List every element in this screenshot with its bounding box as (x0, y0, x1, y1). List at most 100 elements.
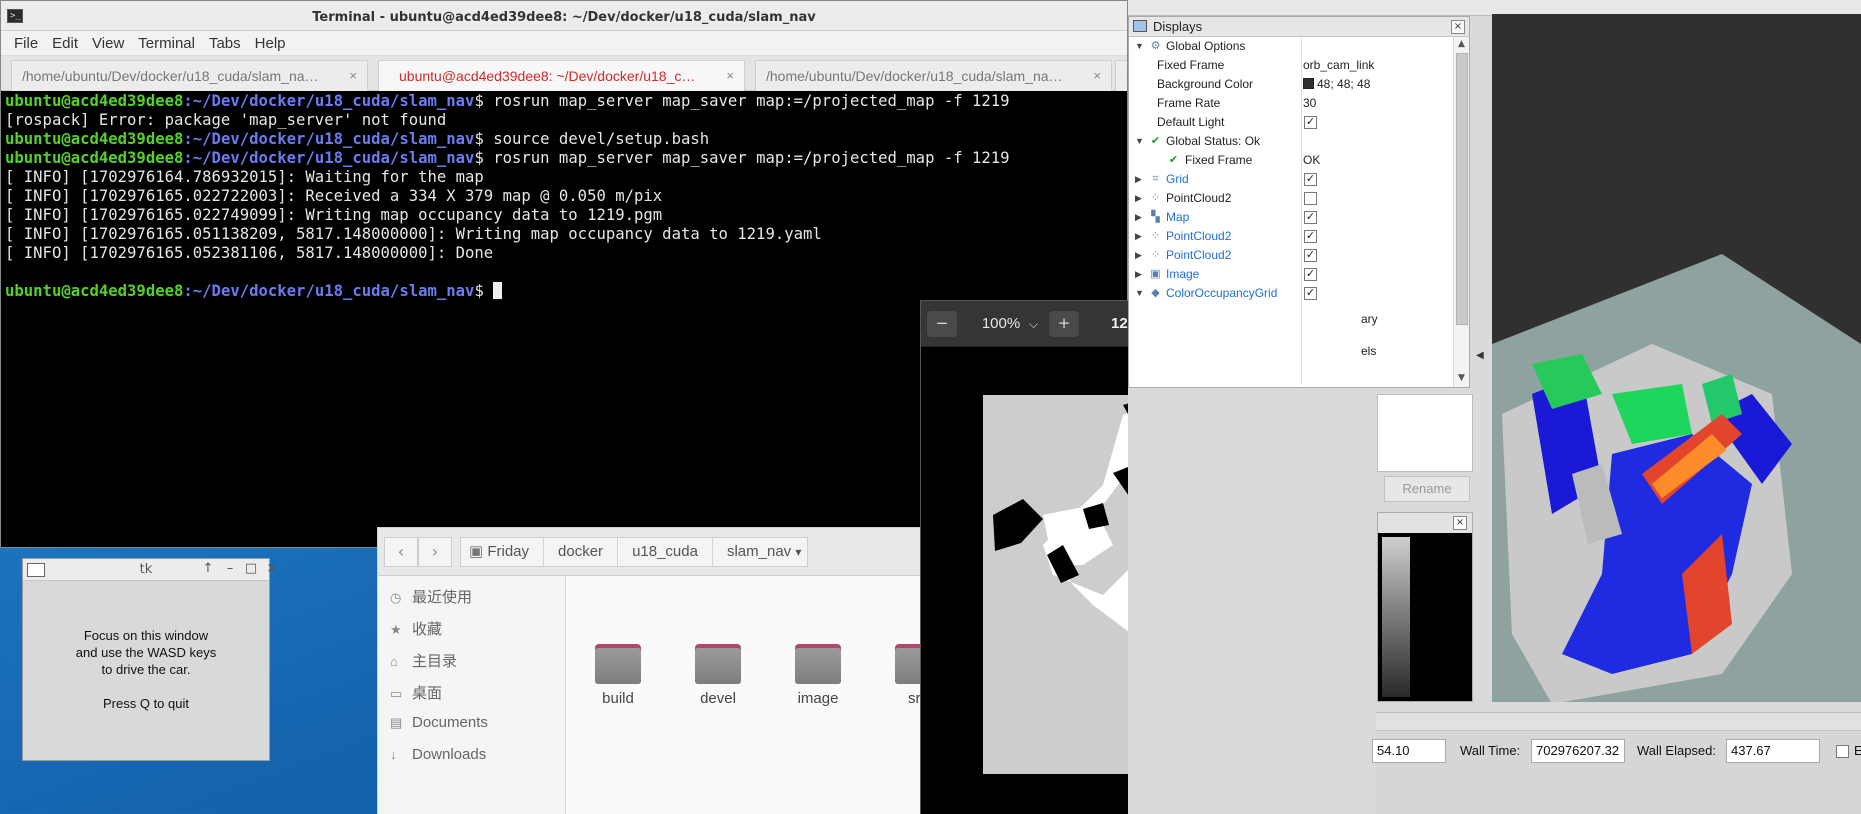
zoom-out-button[interactable]: − (927, 311, 957, 337)
keep-above-icon[interactable]: ↑ (199, 561, 217, 576)
minimize-icon[interactable]: – (221, 561, 239, 576)
close-icon[interactable]: × (1453, 516, 1467, 530)
folder-item[interactable]: devel (678, 644, 758, 707)
scrollbar[interactable]: ▲ ▼ (1453, 37, 1469, 387)
check-icon: ✔ (1150, 135, 1161, 147)
close-icon[interactable]: × (1451, 20, 1465, 34)
sidebar-item[interactable]: ⌂ 主目录 (390, 650, 457, 671)
collapsed-arrow-icon[interactable]: ▶ (1135, 246, 1142, 265)
display-tree-row[interactable]: ▼ ⚙ Global Options (1129, 37, 1453, 56)
property-value[interactable]: 30 (1303, 94, 1316, 113)
breadcrumb-item-current[interactable]: slam_nav ▾ (713, 538, 807, 566)
rename-button[interactable]: Rename (1384, 476, 1470, 502)
display-tree-row[interactable]: ▶ ⁘ PointCloud2 (1129, 189, 1453, 208)
close-icon[interactable]: × (263, 561, 281, 576)
close-icon[interactable]: × (726, 61, 734, 91)
property-value-text: orb_cam_link (1303, 58, 1375, 72)
breadcrumb-item[interactable]: u18_cuda (618, 538, 713, 566)
terminal-command-line: ubuntu@acd4ed39dee8:~/Dev/docker/u18_cud… (5, 282, 1123, 301)
folder-item[interactable]: build (578, 644, 658, 707)
folder-item[interactable]: image (778, 644, 858, 707)
file-manager-header: ‹ › ▣ Friday docker u18_cuda slam_nav ▾ (378, 528, 936, 576)
expanded-arrow-icon[interactable]: ▼ (1135, 37, 1144, 56)
sidebar-item[interactable]: ◷ 最近使用 (390, 586, 472, 607)
property-value[interactable]: OK (1303, 151, 1320, 170)
menu-view[interactable]: View (85, 31, 131, 55)
sidebar-item-label: Downloads (412, 746, 487, 763)
breadcrumb-item[interactable]: docker (544, 538, 619, 566)
sidebar-item[interactable]: ▤ Documents (390, 714, 488, 731)
property-value[interactable]: orb_cam_link (1303, 56, 1374, 75)
image-panel-header[interactable]: × (1378, 513, 1472, 533)
display-tree-row[interactable]: Fixed Frame orb_cam_link (1129, 56, 1453, 75)
wall-elapsed-field[interactable]: 437.67 (1726, 739, 1820, 763)
display-tree-row[interactable]: ▶ ⁘ PointCloud2 ✓ (1129, 246, 1453, 265)
collapsed-arrow-icon[interactable]: ▶ (1135, 227, 1142, 246)
display-enabled-checkbox[interactable]: ✓ (1304, 268, 1317, 281)
display-tree-row[interactable]: ▶ ▚ Map ✓ (1129, 208, 1453, 227)
line-text: [rospack] Error: package 'map_server' no… (5, 111, 447, 129)
scroll-up-icon[interactable]: ▲ (1458, 39, 1465, 49)
display-enabled-checkbox[interactable]: ✓ (1304, 249, 1317, 262)
back-button[interactable]: ‹ (384, 537, 418, 567)
menu-tabs[interactable]: Tabs (202, 31, 248, 55)
tk-titlebar[interactable]: tk ↑ – □ × (23, 559, 277, 581)
display-enabled-checkbox[interactable] (1304, 192, 1317, 205)
sidebar-item[interactable]: ↓ Downloads (390, 746, 486, 763)
display-tree-row[interactable]: ▶ ⁘ PointCloud2 ✓ (1129, 227, 1453, 246)
display-tree-row[interactable]: ▼ ✔ Global Status: Ok (1129, 132, 1453, 151)
chevron-down-icon[interactable]: ▾ (795, 545, 801, 559)
file-manager-window[interactable]: ‹ › ▣ Friday docker u18_cuda slam_nav ▾ … (377, 527, 937, 814)
forward-button[interactable]: › (418, 537, 452, 567)
zoom-level[interactable]: 100% (973, 311, 1029, 337)
menu-terminal[interactable]: Terminal (131, 31, 202, 55)
collapsed-arrow-icon[interactable]: ▶ (1135, 265, 1142, 284)
close-icon[interactable]: × (349, 61, 357, 91)
display-label: Global Status: Ok (1166, 134, 1261, 148)
ros-elapsed-field[interactable]: 54.10 (1372, 739, 1446, 763)
collapsed-arrow-icon[interactable]: ▶ (1135, 208, 1142, 227)
sidebar-item[interactable]: ▭ 桌面 (390, 682, 442, 703)
terminal-tab[interactable]: u (1115, 60, 1127, 91)
expanded-arrow-icon[interactable]: ▼ (1135, 284, 1144, 303)
sidebar-item[interactable]: ★ 收藏 (390, 618, 442, 639)
display-enabled-checkbox[interactable]: ✓ (1304, 211, 1317, 224)
display-tree-row[interactable]: ▶ ⌗ Grid ✓ (1129, 170, 1453, 189)
menu-edit[interactable]: Edit (45, 31, 85, 55)
sidebar-item-label: Documents (412, 714, 488, 731)
maximize-icon[interactable]: □ (242, 561, 260, 576)
collapsed-arrow-icon[interactable]: ▶ (1135, 170, 1142, 189)
zoom-in-button[interactable]: + (1049, 311, 1079, 337)
wall-time-field[interactable]: 702976207.32 (1531, 739, 1625, 763)
terminal-titlebar[interactable]: >_ Terminal - ubuntu@acd4ed39dee8: ~/Dev… (1, 1, 1127, 31)
display-enabled-checkbox[interactable]: ✓ (1304, 173, 1317, 186)
collapse-arrow-icon[interactable]: ◀ (1476, 350, 1484, 361)
display-enabled-checkbox[interactable]: ✓ (1304, 116, 1317, 129)
tk-window[interactable]: tk ↑ – □ × Focus on this window and use … (22, 558, 277, 761)
display-tree-row[interactable]: ✔ Fixed Frame OK (1129, 151, 1453, 170)
close-icon[interactable]: × (1093, 61, 1101, 91)
menu-file[interactable]: File (7, 31, 45, 55)
expanded-arrow-icon[interactable]: ▼ (1135, 132, 1144, 151)
scroll-down-icon[interactable]: ▼ (1458, 373, 1465, 383)
display-tree-row[interactable]: Background Color 48; 48; 48 (1129, 75, 1453, 94)
menu-help[interactable]: Help (248, 31, 293, 55)
collapsed-arrow-icon[interactable]: ▶ (1135, 189, 1142, 208)
scrollbar-thumb[interactable] (1456, 53, 1468, 325)
terminal-tab[interactable]: /home/ubuntu/Dev/docker/u18_cuda/slam_na… (11, 60, 368, 91)
breadcrumb-item[interactable]: ▣ Friday (461, 538, 545, 566)
displays-panel-header[interactable]: Displays × (1129, 17, 1469, 37)
property-value[interactable]: 48; 48; 48 (1303, 75, 1370, 94)
display-label: Default Light (1157, 115, 1225, 129)
terminal-tab-active[interactable]: ubuntu@acd4ed39dee8: ~/Dev/docker/u18_c…… (378, 60, 745, 91)
display-tree-row[interactable]: ▼ ◆ ColorOccupancyGrid ✓ (1129, 284, 1453, 303)
experimental-checkbox[interactable] (1836, 745, 1849, 758)
rviz-3d-view[interactable] (1492, 14, 1861, 702)
display-tree-row[interactable]: Default Light ✓ (1129, 113, 1453, 132)
chevron-down-icon[interactable]: ⌵ (1029, 311, 1038, 337)
display-tree-row[interactable]: Frame Rate 30 (1129, 94, 1453, 113)
display-enabled-checkbox[interactable]: ✓ (1304, 230, 1317, 243)
display-enabled-checkbox[interactable]: ✓ (1304, 287, 1317, 300)
display-tree-row[interactable]: ▶ ▣ Image ✓ (1129, 265, 1453, 284)
terminal-tab[interactable]: /home/ubuntu/Dev/docker/u18_cuda/slam_na… (755, 60, 1112, 91)
